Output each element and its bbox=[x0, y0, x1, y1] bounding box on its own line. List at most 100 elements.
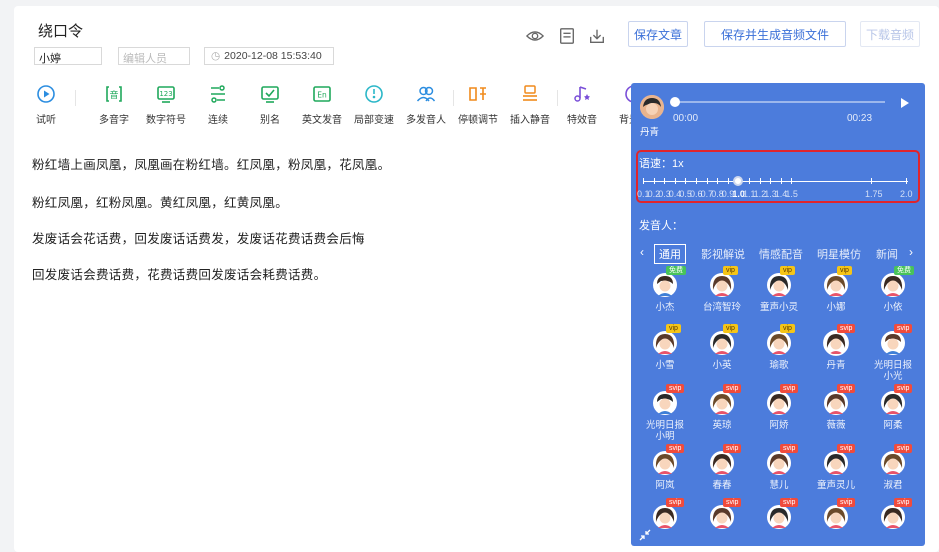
play-icon[interactable] bbox=[900, 98, 910, 108]
chevron-left-icon[interactable]: ‹ bbox=[640, 245, 644, 259]
voice-item[interactable]: svip 慧儿 bbox=[751, 444, 807, 491]
download-icon[interactable] bbox=[588, 27, 606, 45]
save-generate-audio-button[interactable]: 保存并生成音频文件 bbox=[704, 21, 846, 47]
voice-badge: vip bbox=[780, 324, 795, 333]
voice-avatar: vip bbox=[766, 324, 795, 356]
audio-progress-knob[interactable] bbox=[670, 97, 680, 107]
voice-item[interactable]: svip 光明日报小明 bbox=[637, 384, 693, 442]
voice-item[interactable]: svip 春春 bbox=[694, 444, 750, 491]
voice-item[interactable]: svip bbox=[694, 498, 750, 530]
speed-tick bbox=[727, 178, 729, 184]
tool-label: 别名 bbox=[260, 115, 280, 126]
paragraph-1[interactable]: 粉红墙上画凤凰，凤凰画在粉红墙。红凤凰，粉凤凰，花凤凰。 bbox=[32, 154, 390, 173]
speed-tick bbox=[871, 178, 872, 184]
person-avatar-icon bbox=[767, 331, 791, 355]
tool-polyphone[interactable]: 音 多音字 bbox=[91, 84, 137, 126]
datetime-input[interactable]: ◷ 2020-12-08 15:53:40 bbox=[204, 47, 334, 65]
voice-item[interactable]: vip 小雪 bbox=[637, 324, 693, 371]
voice-item[interactable]: svip bbox=[751, 498, 807, 530]
voice-avatar: svip bbox=[823, 324, 856, 356]
voice-avatar: svip bbox=[652, 384, 685, 416]
voice-item[interactable]: svip bbox=[865, 498, 921, 530]
voice-item[interactable]: 免费 小杰 bbox=[637, 266, 693, 313]
save-article-button[interactable]: 保存文章 bbox=[628, 21, 688, 47]
toolbar: 试听 音 多音字 123 数字符号 连续 别名 En 英文发音 局部变速 多发音… bbox=[28, 84, 649, 130]
voice-avatar: svip bbox=[709, 444, 742, 476]
speed-tick-label: 1.5 bbox=[785, 189, 798, 199]
voice-name: 丹青 bbox=[826, 360, 846, 371]
author-input[interactable]: 小婷 bbox=[34, 47, 102, 65]
voice-item[interactable]: svip 薇薇 bbox=[808, 384, 864, 431]
tab-emotional[interactable]: 情感配音 bbox=[759, 246, 803, 262]
sound-effect-icon bbox=[574, 86, 590, 102]
voice-item[interactable]: svip 阿柔 bbox=[865, 384, 921, 431]
chevron-right-icon[interactable]: › bbox=[909, 245, 913, 259]
download-audio-button[interactable]: 下载音频 bbox=[860, 21, 920, 47]
tool-silence[interactable]: 插入静音 bbox=[507, 84, 553, 126]
tool-label: 特效音 bbox=[567, 115, 597, 126]
voice-item[interactable]: svip 阿岚 bbox=[637, 444, 693, 491]
svg-text:En: En bbox=[317, 91, 327, 100]
tab-news[interactable]: 新闻 bbox=[876, 246, 898, 262]
voice-item[interactable]: svip 英琼 bbox=[694, 384, 750, 431]
voice-item[interactable]: vip 童声小灵 bbox=[751, 266, 807, 313]
tool-pause[interactable]: 停顿调节 bbox=[455, 84, 501, 126]
voice-item[interactable]: svip 丹青 bbox=[808, 324, 864, 371]
eye-icon[interactable] bbox=[526, 27, 544, 45]
speed-tick bbox=[770, 178, 772, 184]
time-start: 00:00 bbox=[673, 113, 699, 124]
speed-tick bbox=[749, 178, 750, 184]
tool-preview[interactable]: 试听 bbox=[23, 84, 69, 126]
english-icon: En bbox=[313, 86, 331, 102]
speed-slider-track[interactable] bbox=[643, 181, 908, 182]
tool-continuous[interactable]: 连续 bbox=[195, 84, 241, 126]
voice-item[interactable]: svip 淑君 bbox=[865, 444, 921, 491]
speed-tick bbox=[696, 178, 697, 184]
speed-label: 语速：1x bbox=[639, 158, 684, 170]
speed-tick bbox=[664, 178, 666, 184]
paragraph-2[interactable]: 粉红凤凰，红粉凤凰。黄红凤凰，红黄凤凰。 bbox=[32, 192, 288, 211]
document-title[interactable]: 绕口令 bbox=[38, 20, 83, 41]
voice-item[interactable]: svip 阿娇 bbox=[751, 384, 807, 431]
person-avatar-icon bbox=[767, 451, 791, 475]
voice-badge: 免费 bbox=[894, 266, 914, 275]
voice-badge: vip bbox=[780, 266, 795, 275]
audio-progress-track[interactable] bbox=[675, 101, 885, 103]
collapse-icon[interactable] bbox=[639, 529, 651, 541]
paragraph-3[interactable]: 发废话会花话费，回发废话话费发，发废话花费话费会后悔 bbox=[32, 228, 365, 247]
tool-english[interactable]: En 英文发音 bbox=[299, 84, 345, 126]
local-speed-icon bbox=[365, 85, 383, 103]
voice-item[interactable]: vip 小娜 bbox=[808, 266, 864, 313]
speed-tick bbox=[643, 178, 644, 184]
voice-avatar: svip bbox=[652, 444, 685, 476]
voice-badge: svip bbox=[723, 384, 742, 393]
voice-item[interactable]: vip 瑜歌 bbox=[751, 324, 807, 371]
tab-celebrity[interactable]: 明星模仿 bbox=[817, 246, 861, 262]
voice-item[interactable]: svip 童声灵儿 bbox=[808, 444, 864, 491]
tool-alias[interactable]: 别名 bbox=[247, 84, 293, 126]
toolbar-divider bbox=[557, 90, 558, 106]
voice-badge: svip bbox=[780, 498, 799, 507]
voice-item[interactable]: 免费 小依 bbox=[865, 266, 921, 313]
voice-badge: svip bbox=[780, 444, 799, 453]
voice-badge: svip bbox=[837, 384, 856, 393]
voice-item[interactable]: vip 台湾智玲 bbox=[694, 266, 750, 313]
tool-sound-effect[interactable]: 特效音 bbox=[559, 84, 605, 126]
save-doc-icon[interactable] bbox=[558, 27, 576, 45]
tab-general[interactable]: 通用 bbox=[654, 244, 686, 264]
voice-item[interactable]: svip 光明日报小光 bbox=[865, 324, 921, 382]
tool-multi-speaker[interactable]: 多发音人 bbox=[403, 84, 449, 126]
person-avatar-icon bbox=[653, 391, 677, 415]
editor-input[interactable]: 编辑人员 bbox=[118, 47, 190, 65]
voice-item[interactable]: svip bbox=[808, 498, 864, 530]
voice-badge: vip bbox=[837, 266, 852, 275]
polyphone-icon: 音 bbox=[106, 86, 122, 102]
paragraph-4[interactable]: 回发废话会费话费，花费话费回发废话会耗费话费。 bbox=[32, 264, 326, 283]
voice-item[interactable]: vip 小英 bbox=[694, 324, 750, 371]
person-avatar-icon bbox=[824, 451, 848, 475]
tab-film-commentary[interactable]: 影视解说 bbox=[701, 246, 745, 262]
tool-number[interactable]: 123 数字符号 bbox=[143, 84, 189, 126]
tool-local-speed[interactable]: 局部变速 bbox=[351, 84, 397, 126]
voice-item[interactable]: svip bbox=[637, 498, 693, 530]
speed-tick bbox=[685, 178, 687, 184]
